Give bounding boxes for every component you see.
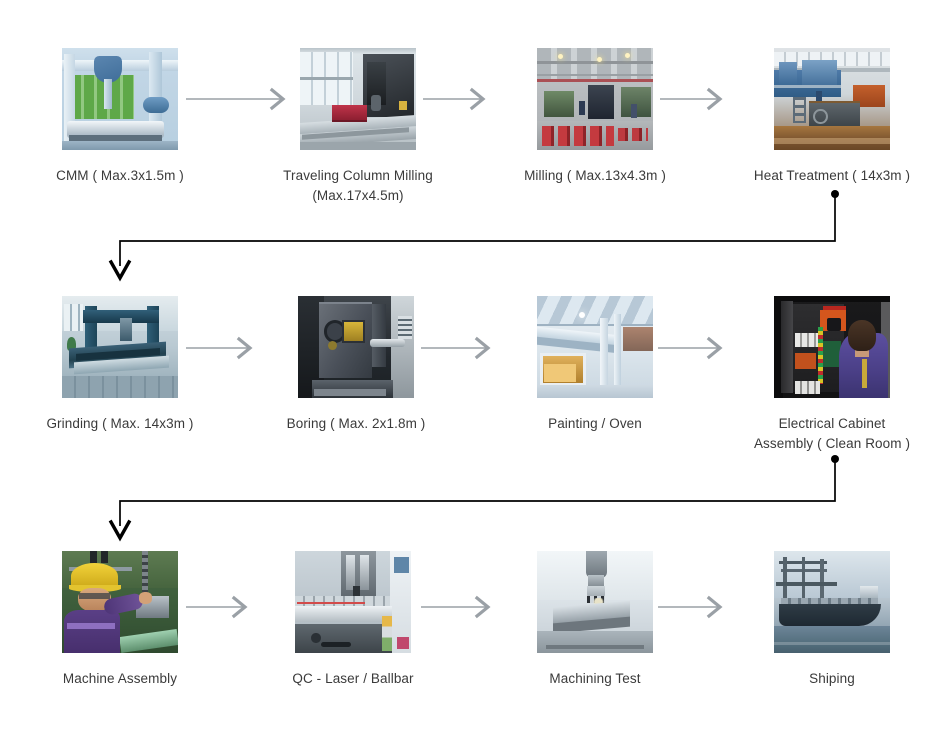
step-label: CMM ( Max.3x1.5m ) [56, 168, 184, 183]
step-label: QC - Laser / Ballbar [292, 671, 414, 686]
process-step-electrical-cabinet-assembly[interactable]: Electrical Cabinet Assembly ( Clean Room… [742, 296, 922, 454]
step-label: Traveling Column Milling (Max.17x4.5m) [283, 168, 433, 203]
shipping-vessel-photo[interactable] [774, 551, 890, 653]
arrow-head-r1-c3 [706, 87, 723, 111]
machining-test-photo[interactable] [537, 551, 653, 653]
process-step-machining-test[interactable]: Machining Test [505, 551, 685, 689]
electrical-cabinet-photo[interactable] [774, 296, 890, 398]
process-step-qc-laser-ballbar[interactable]: QC - Laser / Ballbar [263, 551, 443, 689]
arrow-head-r2-c1 [236, 336, 253, 360]
connector-start-dot-row2 [831, 455, 839, 463]
step-label: Shiping [809, 671, 855, 686]
process-step-heat-treatment[interactable]: Heat Treatment ( 14x3m ) [742, 48, 922, 186]
arrow-head-r2-c2 [474, 336, 491, 360]
arrow-head-r1-c2 [469, 87, 486, 111]
arrow-head-r2-c3 [706, 336, 723, 360]
cmm-machine-photo[interactable] [62, 48, 178, 150]
step-label: Boring ( Max. 2x1.8m ) [286, 416, 426, 431]
arrow-head-r3-c3 [706, 595, 723, 619]
grinding-machine-photo[interactable] [62, 296, 178, 398]
qc-laser-ballbar-photo[interactable] [295, 551, 411, 653]
process-step-painting-oven[interactable]: Painting / Oven [505, 296, 685, 434]
arrow-head-r3-c1 [231, 595, 248, 619]
connector-start-dot-row1 [831, 190, 839, 198]
step-label: Milling ( Max.13x4.3m ) [524, 168, 666, 183]
step-label: Machining Test [549, 671, 641, 686]
connector-arrow-head-row2 [108, 519, 132, 542]
process-step-machine-assembly[interactable]: Machine Assembly [30, 551, 210, 689]
step-label: Painting / Oven [548, 416, 642, 431]
arrow-head-r3-c2 [474, 595, 491, 619]
wrap-connector-row1-row2 [108, 190, 839, 282]
process-step-traveling-column-milling[interactable]: Traveling Column Milling (Max.17x4.5m) [268, 48, 448, 206]
boring-machine-photo[interactable] [298, 296, 414, 398]
step-label: Electrical Cabinet Assembly ( Clean Room… [753, 416, 911, 451]
wrap-connector-row2-row3 [108, 455, 839, 542]
process-step-milling[interactable]: Milling ( Max.13x4.3m ) [505, 48, 685, 186]
process-step-grinding[interactable]: Grinding ( Max. 14x3m ) [30, 296, 210, 434]
process-step-shiping[interactable]: Shiping [742, 551, 922, 689]
process-step-boring[interactable]: Boring ( Max. 2x1.8m ) [266, 296, 446, 434]
process-step-cmm[interactable]: CMM ( Max.3x1.5m ) [30, 48, 210, 186]
process-flow-diagram: CMM ( Max.3x1.5m ) Traveling Column Mill… [0, 0, 940, 730]
connector-path-row2 [119, 459, 836, 526]
heat-treatment-photo[interactable] [774, 48, 890, 150]
step-label: Grinding ( Max. 14x3m ) [46, 416, 194, 431]
connector-arrow-head-row1 [108, 259, 132, 282]
step-label: Heat Treatment ( 14x3m ) [753, 168, 911, 183]
step-label: Machine Assembly [62, 671, 178, 686]
traveling-column-milling-photo[interactable] [300, 48, 416, 150]
painting-oven-photo[interactable] [537, 296, 653, 398]
machine-assembly-photo[interactable] [62, 551, 178, 653]
connector-path-row1 [119, 194, 836, 266]
milling-workshop-photo[interactable] [537, 48, 653, 150]
